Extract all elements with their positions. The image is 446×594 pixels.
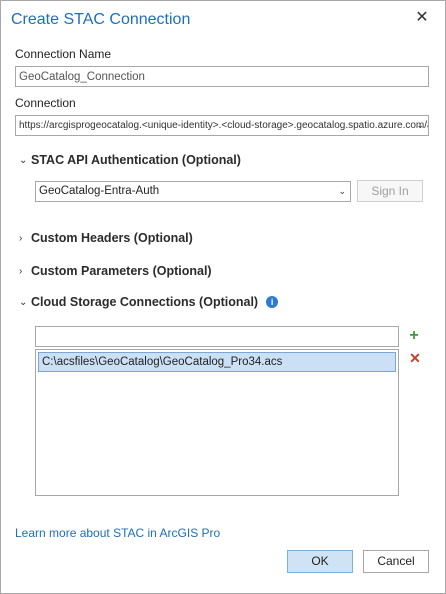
auth-dropdown-value: GeoCatalog-Entra-Auth	[39, 185, 160, 197]
dialog-title: Create STAC Connection	[11, 11, 191, 28]
sign-in-button[interactable]: Sign In	[357, 180, 423, 202]
connection-name-input[interactable]	[15, 66, 429, 87]
create-stac-connection-dialog: Create STAC Connection ✕ Connection Name…	[0, 0, 446, 594]
chevron-right-icon: ›	[19, 265, 23, 277]
list-item[interactable]: C:\acsfiles\GeoCatalog\GeoCatalog_Pro34.…	[38, 352, 396, 372]
connection-url-dropdown[interactable]: https://arcgisprogeocatalog.<unique-iden…	[15, 115, 429, 136]
chevron-right-icon: ›	[19, 232, 23, 244]
ok-button[interactable]: OK	[287, 550, 353, 573]
section-custom-parameters-label: Custom Parameters (Optional)	[31, 264, 212, 278]
chevron-down-icon: ⌄	[19, 154, 28, 166]
section-stac-auth[interactable]: ⌄ STAC API Authentication (Optional)	[19, 153, 241, 167]
connection-name-label: Connection Name	[15, 47, 112, 61]
section-custom-headers-label: Custom Headers (Optional)	[31, 231, 193, 245]
section-custom-parameters[interactable]: › Custom Parameters (Optional)	[19, 264, 212, 278]
learn-more-link[interactable]: Learn more about STAC in ArcGIS Pro	[15, 526, 220, 540]
section-stac-auth-label: STAC API Authentication (Optional)	[31, 153, 241, 167]
close-icon[interactable]: ✕	[413, 9, 431, 27]
section-cloud-storage[interactable]: ⌄ Cloud Storage Connections (Optional) i	[19, 295, 279, 309]
remove-icon[interactable]: ✕	[407, 350, 423, 366]
chevron-down-icon: ⌄	[416, 120, 424, 130]
chevron-down-icon: ⌄	[338, 186, 346, 196]
section-custom-headers[interactable]: › Custom Headers (Optional)	[19, 231, 193, 245]
auth-dropdown[interactable]: GeoCatalog-Entra-Auth ⌄	[35, 181, 351, 202]
cancel-button[interactable]: Cancel	[363, 550, 429, 573]
cloud-storage-input[interactable]	[35, 326, 399, 347]
cloud-storage-list[interactable]: C:\acsfiles\GeoCatalog\GeoCatalog_Pro34.…	[35, 349, 399, 496]
connection-url-value: https://arcgisprogeocatalog.<unique-iden…	[19, 120, 429, 131]
add-icon[interactable]: +	[406, 328, 422, 344]
connection-label: Connection	[15, 96, 76, 110]
info-icon[interactable]: i	[266, 296, 279, 308]
chevron-down-icon: ⌄	[19, 296, 28, 308]
section-cloud-storage-label: Cloud Storage Connections (Optional)	[31, 295, 259, 309]
